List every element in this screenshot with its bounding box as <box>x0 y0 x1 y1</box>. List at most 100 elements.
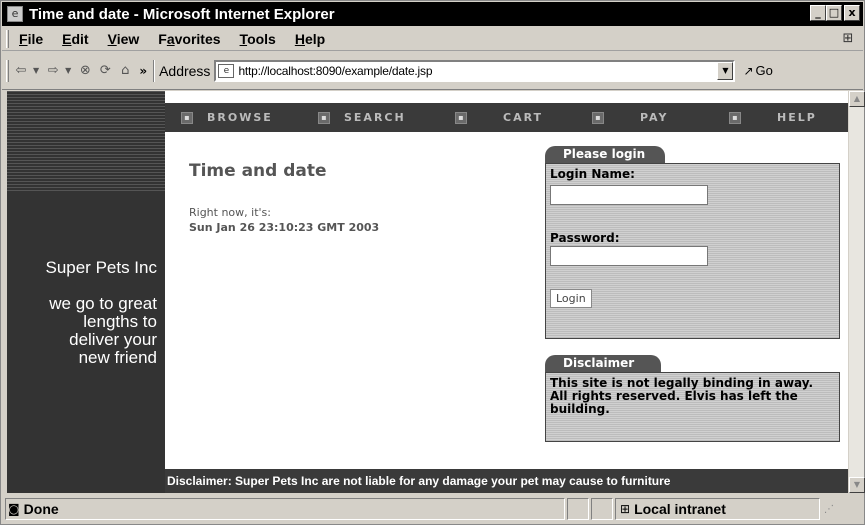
go-label: Go <box>755 63 773 78</box>
nav-search-label: SEARCH <box>344 111 406 124</box>
tagline-line-2: lengths to <box>83 312 157 331</box>
refresh-icon[interactable]: ⟳ <box>97 63 113 78</box>
company-name: Super Pets Inc <box>45 258 157 277</box>
current-datetime: Sun Jan 26 23:10:23 GMT 2003 <box>189 221 380 234</box>
menu-favorites-rest: vorites <box>174 30 221 47</box>
menu-tools-rest: ools <box>247 30 276 47</box>
address-url[interactable]: http://localhost:8090/example/date.jsp <box>238 64 432 78</box>
minimize-button[interactable]: _ <box>810 5 826 21</box>
go-button[interactable]: ↗ Go <box>743 63 772 78</box>
menu-help-key: H <box>294 30 305 47</box>
menu-favorites-key: a <box>166 30 175 47</box>
password-input[interactable] <box>550 246 708 266</box>
disclaimer-line-2: All rights reserved. Elvis has left the … <box>550 389 798 416</box>
vertical-scrollbar[interactable]: ▲ ▼ <box>848 91 865 493</box>
browser-window: e Time and date - Microsoft Internet Exp… <box>0 0 865 525</box>
nav-help[interactable]: ▪ HELP <box>713 103 848 132</box>
nav-help-icon: ▪ <box>729 111 741 124</box>
nav-cart[interactable]: ▪ CART <box>439 103 576 132</box>
nav-cart-label: CART <box>503 111 544 124</box>
login-name-label: Login Name: <box>550 167 635 181</box>
nav-help-label: HELP <box>777 111 817 124</box>
window-title: Time and date - Microsoft Internet Explo… <box>29 5 335 23</box>
nav-cart-icon: ▪ <box>455 111 467 124</box>
toolbar-chevron-icon[interactable]: » <box>139 64 147 78</box>
title-bar: e Time and date - Microsoft Internet Exp… <box>2 2 863 26</box>
menu-favorites[interactable]: Favorites <box>158 31 220 47</box>
resize-grip-icon[interactable]: ⋰ <box>824 504 834 515</box>
scroll-up-icon[interactable]: ▲ <box>849 91 865 107</box>
menu-edit[interactable]: Edit <box>62 31 88 47</box>
page-icon: e <box>218 63 235 78</box>
security-zone: ⊞ Local intranet <box>615 498 820 520</box>
status-main: ◙ Done <box>5 498 565 520</box>
ie-icon: e <box>7 6 23 22</box>
menu-tools[interactable]: Tools <box>240 31 276 47</box>
nav-browse[interactable]: ▪ BROWSE <box>165 103 302 132</box>
tagline-line-1: we go to great <box>49 294 157 313</box>
home-icon[interactable]: ⌂ <box>117 63 133 78</box>
menu-bar: File Edit View Favorites Tools Help ⊞ <box>2 27 863 51</box>
back-icon[interactable]: ⇦ <box>13 63 29 78</box>
menu-tools-key: T <box>239 30 248 47</box>
intranet-icon: ⊞ <box>620 502 631 516</box>
site-footer: Disclaimer: Super Pets Inc are not liabl… <box>165 469 848 493</box>
site-nav: ▪ BROWSE ▪ SEARCH ▪ CART ▪ PAY ▪ HELP <box>165 103 848 132</box>
menu-edit-rest: dit <box>71 30 89 47</box>
page-title: Time and date <box>189 161 327 181</box>
left-sidebar: Super Pets Inc we go to great lengths to… <box>7 91 165 493</box>
toolbar-separator <box>153 59 156 82</box>
menu-view-key: V <box>107 30 117 47</box>
zone-text: Local intranet <box>634 501 726 517</box>
forward-icon[interactable]: ⇨ <box>45 63 61 78</box>
tagline-line-4: new friend <box>78 348 157 367</box>
forward-dropdown-icon[interactable]: ▼ <box>65 66 71 75</box>
menu-file-rest: ile <box>27 30 44 47</box>
menu-file[interactable]: File <box>19 31 43 47</box>
status-bar: ◙ Done ⊞ Local intranet ⋰ <box>2 495 863 523</box>
page-done-icon: ◙ <box>8 502 20 516</box>
nav-browse-icon: ▪ <box>181 111 193 124</box>
sidebar-stripes <box>7 91 165 193</box>
toolbar-grip[interactable] <box>6 59 9 82</box>
menu-help-rest: elp <box>304 30 326 47</box>
maximize-button[interactable]: □ <box>826 5 842 21</box>
login-button[interactable]: Login <box>550 289 592 308</box>
window-controls: _ □ x <box>810 5 860 21</box>
tagline-line-3: deliver your <box>69 330 157 349</box>
menu-help[interactable]: Help <box>295 31 325 47</box>
menu-file-key: F <box>19 30 28 47</box>
status-text: Done <box>23 501 59 517</box>
nav-search[interactable]: ▪ SEARCH <box>302 103 439 132</box>
nav-pay-label: PAY <box>640 111 669 124</box>
disclaimer-panel: This site is not legally binding in away… <box>545 372 840 442</box>
stop-icon[interactable]: ⊗ <box>77 63 93 78</box>
go-arrow-icon: ↗ <box>743 63 754 78</box>
password-label: Password: <box>550 231 620 245</box>
login-name-input[interactable] <box>550 185 708 205</box>
status-cell <box>567 498 589 520</box>
close-button[interactable]: x <box>844 5 860 21</box>
toolbar: ⇦ ▼ ⇨ ▼ ⊗ ⟳ ⌂ » Address e http://localho… <box>2 52 863 90</box>
date-intro: Right now, it's: <box>189 206 271 219</box>
address-dropdown-icon[interactable]: ▼ <box>717 61 734 80</box>
address-label: Address <box>159 62 211 79</box>
nav-pay-icon: ▪ <box>592 111 604 124</box>
address-input[interactable]: e http://localhost:8090/example/date.jsp… <box>214 59 736 82</box>
nav-browse-label: BROWSE <box>207 111 273 124</box>
login-panel: Login Name: Password: Login <box>545 163 840 339</box>
back-dropdown-icon[interactable]: ▼ <box>33 66 39 75</box>
sidebar-text: Super Pets Inc we go to great lengths to… <box>7 259 157 367</box>
page-viewport: Super Pets Inc we go to great lengths to… <box>7 91 848 493</box>
login-panel-tab: Please login <box>545 146 665 163</box>
toolbar-grip[interactable] <box>6 29 9 48</box>
nav-search-icon: ▪ <box>318 111 330 124</box>
menu-view-rest: iew <box>116 30 140 47</box>
scroll-down-icon[interactable]: ▼ <box>849 477 865 493</box>
disclaimer-panel-tab: Disclaimer <box>545 355 661 372</box>
windows-logo-icon: ⊞ <box>837 29 859 49</box>
nav-pay[interactable]: ▪ PAY <box>576 103 713 132</box>
menu-view[interactable]: View <box>108 31 140 47</box>
status-cell <box>591 498 613 520</box>
menu-favorites-prefix: F <box>158 30 167 47</box>
